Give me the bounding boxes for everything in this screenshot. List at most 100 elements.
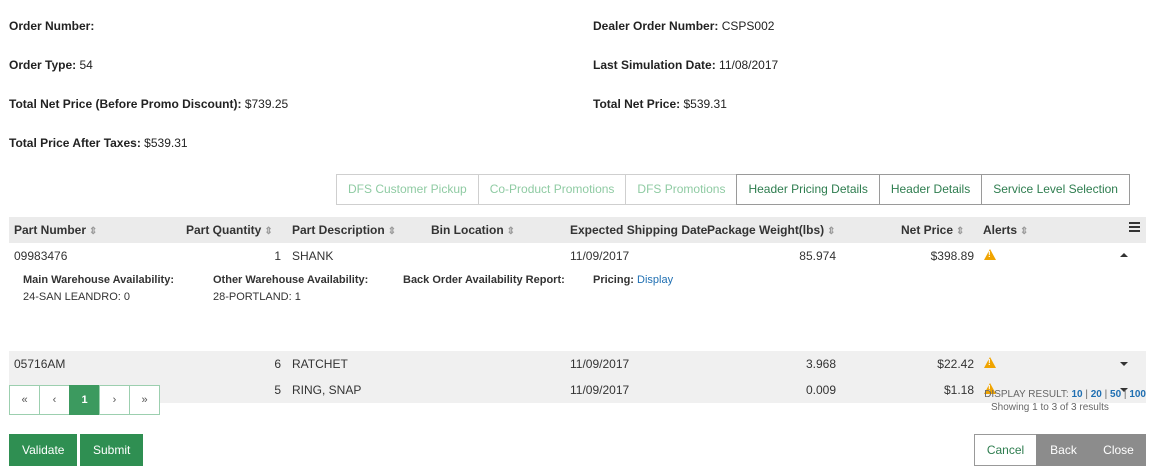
weight-cell: 3.968 [805, 357, 836, 371]
total-net-price-value: $539.31 [683, 97, 727, 111]
quantity-cell: 1 [274, 249, 281, 263]
expand-icon[interactable] [1120, 362, 1128, 366]
col-part-quantity[interactable]: Part Quantity ⇕ [186, 217, 273, 245]
showing-results: Showing 1 to 3 of 3 results [991, 402, 1109, 413]
sort-icon: ⇕ [506, 226, 516, 237]
weight-cell: 0.009 [805, 383, 836, 397]
table-row[interactable]: 09983476 1 SHANK 11/09/2017 85.974 $398.… [9, 243, 1146, 269]
net-price-cell: $22.42 [937, 357, 974, 371]
col-part-number[interactable]: Part Number ⇕ [14, 217, 97, 245]
part-number-cell: 05716AM [14, 357, 66, 371]
net-price-cell: $398.89 [930, 249, 974, 263]
total-net-price: Total Net Price: $539.31 [593, 97, 727, 111]
pricing-display-link[interactable]: Display [637, 274, 673, 286]
display-result: DISPLAY RESULT: 10 | 20 | 50 | 100 [984, 389, 1146, 400]
order-type-label: Order Type: [9, 58, 77, 72]
first-page-button[interactable]: « [9, 385, 40, 415]
page-size-20[interactable]: 20 [1091, 389, 1102, 400]
col-package-weight-label: Package Weight(lbs) [707, 223, 825, 237]
page-size-50[interactable]: 50 [1110, 389, 1121, 400]
col-expected-shipping-date[interactable]: Expected Shipping Date [570, 217, 707, 243]
sort-icon: ⇕ [264, 226, 273, 237]
last-simulation-date-label: Last Simulation Date: [593, 58, 716, 72]
pricing-label-text: Pricing: [593, 274, 634, 286]
last-page-button[interactable]: » [129, 385, 160, 415]
validate-button[interactable]: Validate [9, 434, 78, 466]
table-row[interactable]: 05716AM 6 RATCHET 11/09/2017 3.968 $22.4… [9, 351, 1146, 377]
sort-icon: ⇕ [387, 226, 397, 237]
table-row[interactable]: 100-1462 5 RING, SNAP 11/09/2017 0.009 $… [9, 377, 1146, 403]
col-part-description-label: Part Description [292, 223, 385, 237]
other-warehouse-block: Other Warehouse Availability: 28-PORTLAN… [213, 274, 368, 303]
last-simulation-date: Last Simulation Date: 11/08/2017 [593, 58, 778, 72]
weight-cell: 85.974 [799, 249, 836, 263]
tab-header-details[interactable]: Header Details [878, 174, 983, 205]
dealer-order-number: Dealer Order Number: CSPS002 [593, 19, 774, 33]
other-warehouse-value: 28-PORTLAND: 1 [213, 291, 301, 303]
sort-icon: ⇕ [956, 226, 965, 237]
close-button[interactable]: Close [1091, 434, 1146, 466]
col-bin-location-label: Bin Location [431, 223, 504, 237]
col-bin-location[interactable]: Bin Location ⇕ [431, 217, 515, 245]
back-order-block: Back Order Availability Report: [403, 274, 565, 286]
main-warehouse-label: Main Warehouse Availability: [23, 274, 174, 286]
order-number: Order Number: [9, 19, 94, 33]
tab-dfs-promotions[interactable]: DFS Promotions [625, 174, 738, 205]
tab-service-level-selection[interactable]: Service Level Selection [981, 174, 1130, 205]
warning-icon[interactable] [984, 249, 996, 260]
pricing-label: Pricing: Display [593, 274, 673, 286]
col-net-price[interactable]: Net Price ⇕ [901, 217, 964, 245]
total-net-before-promo-label: Total Net Price (Before Promo Discount): [9, 97, 242, 111]
total-net-before-promo: Total Net Price (Before Promo Discount):… [9, 97, 288, 111]
tab-dfs-customer-pickup[interactable]: DFS Customer Pickup [336, 174, 479, 205]
quantity-cell: 5 [274, 383, 281, 397]
back-order-label: Back Order Availability Report: [403, 274, 565, 286]
action-tabs: DFS Customer Pickup Co-Product Promotion… [336, 174, 1130, 205]
display-result-label: DISPLAY RESULT: [984, 389, 1069, 400]
col-net-price-label: Net Price [901, 223, 954, 237]
col-part-quantity-label: Part Quantity [186, 223, 262, 237]
cancel-button[interactable]: Cancel [974, 434, 1037, 466]
other-warehouse-label: Other Warehouse Availability: [213, 274, 369, 286]
col-alerts[interactable]: Alerts ⇕ [983, 217, 1028, 245]
order-number-label: Order Number: [9, 19, 95, 33]
part-number-cell: 09983476 [14, 249, 68, 263]
total-price-after-taxes-value: $539.31 [144, 136, 188, 150]
parts-grid: Part Number ⇕ Part Quantity ⇕ Part Descrip… [9, 217, 1146, 403]
col-part-number-label: Part Number [14, 223, 87, 237]
back-button[interactable]: Back [1036, 434, 1091, 466]
warning-icon[interactable] [984, 357, 996, 368]
total-price-after-taxes-label: Total Price After Taxes: [9, 136, 141, 150]
dealer-order-number-value: CSPS002 [721, 19, 775, 33]
ship-date-cell: 11/09/2017 [570, 383, 630, 397]
next-page-button[interactable]: › [99, 385, 130, 415]
submit-button[interactable]: Submit [80, 434, 144, 466]
page-size-100[interactable]: 100 [1129, 389, 1146, 400]
description-cell: RATCHET [292, 357, 348, 371]
col-expected-shipping-date-label: Expected Shipping Date [570, 223, 707, 237]
column-menu-icon[interactable] [1129, 222, 1140, 232]
page-size-10[interactable]: 10 [1071, 389, 1082, 400]
sort-icon: ⇕ [89, 226, 98, 237]
ship-date-cell: 11/09/2017 [570, 249, 630, 263]
main-warehouse-value: 24-SAN LEANDRO: 0 [23, 291, 130, 303]
total-net-price-label: Total Net Price: [593, 97, 681, 111]
col-package-weight[interactable]: Package Weight(lbs) ⇕ [707, 217, 836, 245]
total-net-before-promo-value: $739.25 [244, 97, 289, 111]
page-1-button[interactable]: 1 [69, 385, 100, 415]
dealer-order-number-label: Dealer Order Number: [593, 19, 719, 33]
description-cell: SHANK [292, 249, 334, 263]
prev-page-button[interactable]: ‹ [39, 385, 70, 415]
col-part-description[interactable]: Part Description ⇕ [292, 217, 396, 245]
sort-icon: ⇕ [1020, 226, 1029, 237]
description-cell: RING, SNAP [292, 383, 362, 397]
collapse-icon[interactable] [1120, 253, 1128, 257]
quantity-cell: 6 [274, 357, 281, 371]
tab-header-pricing-details[interactable]: Header Pricing Details [736, 174, 880, 205]
pagination: « ‹ 1 › » [9, 385, 160, 415]
col-alerts-label: Alerts [983, 223, 1018, 237]
tab-co-product-promotions[interactable]: Co-Product Promotions [477, 174, 627, 205]
total-price-after-taxes: Total Price After Taxes: $539.31 [9, 136, 188, 150]
net-price-cell: $1.18 [943, 383, 974, 397]
grid-header: Part Number ⇕ Part Quantity ⇕ Part Descrip… [9, 217, 1146, 243]
